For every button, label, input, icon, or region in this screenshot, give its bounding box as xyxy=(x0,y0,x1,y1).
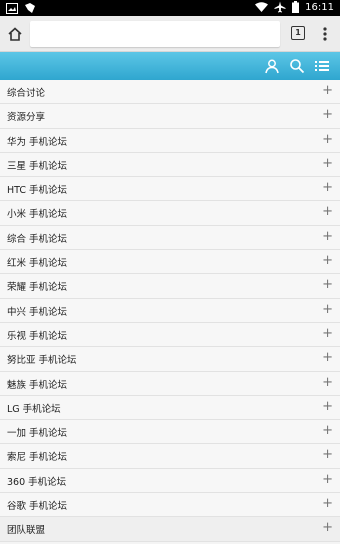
expand-plus-icon[interactable]: + xyxy=(322,472,333,487)
forum-category-row[interactable]: 索尼 手机论坛 + xyxy=(0,444,340,469)
battery-icon xyxy=(292,1,300,13)
forum-category-row[interactable]: 努比亚 手机论坛 + xyxy=(0,347,340,372)
forum-category-label: 小米 手机论坛 xyxy=(7,209,68,221)
forum-category-row[interactable]: 360 手机论坛 + xyxy=(0,468,340,494)
expand-plus-icon[interactable]: + xyxy=(322,181,333,195)
clock: 16:11 xyxy=(305,1,334,13)
expand-plus-icon[interactable]: + xyxy=(322,497,333,511)
forum-category-label: 团队联盟 xyxy=(7,525,46,537)
expand-plus-icon[interactable]: + xyxy=(322,205,333,219)
forum-category-row[interactable]: 综合讨论 + xyxy=(0,80,340,105)
url-input[interactable] xyxy=(30,21,280,47)
forum-category-label: 乐视 手机论坛 xyxy=(7,330,68,342)
app-notification-icon xyxy=(24,2,36,14)
expand-plus-icon[interactable]: + xyxy=(322,156,333,171)
forum-category-row[interactable]: 小米 手机论坛 + xyxy=(0,201,340,226)
airplane-icon xyxy=(274,1,286,13)
expand-plus-icon[interactable]: + xyxy=(322,302,333,317)
forum-category-label: HTC 手机论坛 xyxy=(7,185,68,197)
forum-category-row[interactable]: 三星 手机论坛 + xyxy=(0,152,340,178)
forum-category-label: 综合 手机论坛 xyxy=(7,233,68,245)
forum-category-label: 中兴 手机论坛 xyxy=(7,306,68,318)
expand-plus-icon[interactable]: + xyxy=(322,424,333,438)
expand-plus-icon[interactable]: + xyxy=(322,351,333,365)
forum-category-label: 资源分享 xyxy=(7,112,46,124)
tab-switcher-button[interactable]: 1 xyxy=(291,26,305,40)
search-icon[interactable] xyxy=(289,58,305,74)
expand-plus-icon[interactable]: + xyxy=(322,254,333,268)
notification-icons xyxy=(6,2,36,14)
expand-plus-icon[interactable]: + xyxy=(322,229,333,244)
forum-category-row[interactable]: LG 手机论坛 + xyxy=(0,395,340,421)
forum-category-row[interactable]: 综合 手机论坛 + xyxy=(0,225,340,251)
forum-category-label: 华为 手机论坛 xyxy=(7,136,68,148)
expand-plus-icon[interactable]: + xyxy=(322,521,333,535)
forum-category-row[interactable]: 资源分享 + xyxy=(0,104,340,129)
forum-category-row[interactable]: 团队联盟 + xyxy=(0,517,340,542)
expand-plus-icon[interactable]: + xyxy=(322,399,333,414)
overflow-menu-icon[interactable] xyxy=(318,25,332,43)
expand-plus-icon[interactable]: + xyxy=(322,108,333,122)
forum-category-label: 三星 手机论坛 xyxy=(7,160,68,172)
forum-category-row[interactable]: 红米 手机论坛 + xyxy=(0,250,340,275)
expand-plus-icon[interactable]: + xyxy=(322,84,333,98)
forum-category-list: 综合讨论 + 资源分享 + 华为 手机论坛 + 三星 手机论坛 + HTC 手机论坛 + 小米 手机… xyxy=(0,80,340,542)
wifi-icon xyxy=(255,1,269,13)
forum-category-row[interactable]: 华为 手机论坛 + xyxy=(0,128,340,153)
forum-category-row[interactable]: 荣耀 手机论坛 + xyxy=(0,274,340,299)
forum-category-label: 谷歌 手机论坛 xyxy=(7,501,68,513)
browser-toolbar: 1 xyxy=(0,16,340,52)
status-bar: 16:11 xyxy=(0,0,340,16)
user-icon[interactable] xyxy=(264,58,280,74)
forum-category-row[interactable]: 魅族 手机论坛 + xyxy=(0,371,340,396)
home-icon[interactable] xyxy=(6,25,24,43)
expand-plus-icon[interactable]: + xyxy=(322,448,333,462)
expand-plus-icon[interactable]: + xyxy=(322,278,333,292)
menu-list-icon[interactable] xyxy=(314,58,330,74)
expand-plus-icon[interactable]: + xyxy=(322,132,333,147)
site-header xyxy=(0,52,340,80)
forum-category-label: 努比亚 手机论坛 xyxy=(7,355,77,367)
expand-plus-icon[interactable]: + xyxy=(322,375,333,390)
forum-category-row[interactable]: 乐视 手机论坛 + xyxy=(0,322,340,348)
forum-category-row[interactable]: 谷歌 手机论坛 + xyxy=(0,493,340,518)
forum-category-row[interactable]: 中兴 手机论坛 + xyxy=(0,298,340,323)
forum-category-label: 综合讨论 xyxy=(7,88,46,99)
expand-plus-icon[interactable]: + xyxy=(322,326,333,341)
forum-category-label: 魅族 手机论坛 xyxy=(7,379,68,391)
forum-category-label: 一加 手机论坛 xyxy=(7,428,68,440)
forum-category-label: 索尼 手机论坛 xyxy=(7,452,68,464)
forum-category-row[interactable]: 一加 手机论坛 + xyxy=(0,420,340,445)
forum-category-row[interactable]: HTC 手机论坛 + xyxy=(0,177,340,202)
forum-category-label: 荣耀 手机论坛 xyxy=(7,282,68,294)
image-notification-icon xyxy=(6,2,18,14)
forum-category-label: 360 手机论坛 xyxy=(7,476,67,488)
forum-category-label: 红米 手机论坛 xyxy=(7,258,68,270)
forum-category-label: LG 手机论坛 xyxy=(7,403,61,415)
system-icons: 16:11 xyxy=(255,1,334,13)
